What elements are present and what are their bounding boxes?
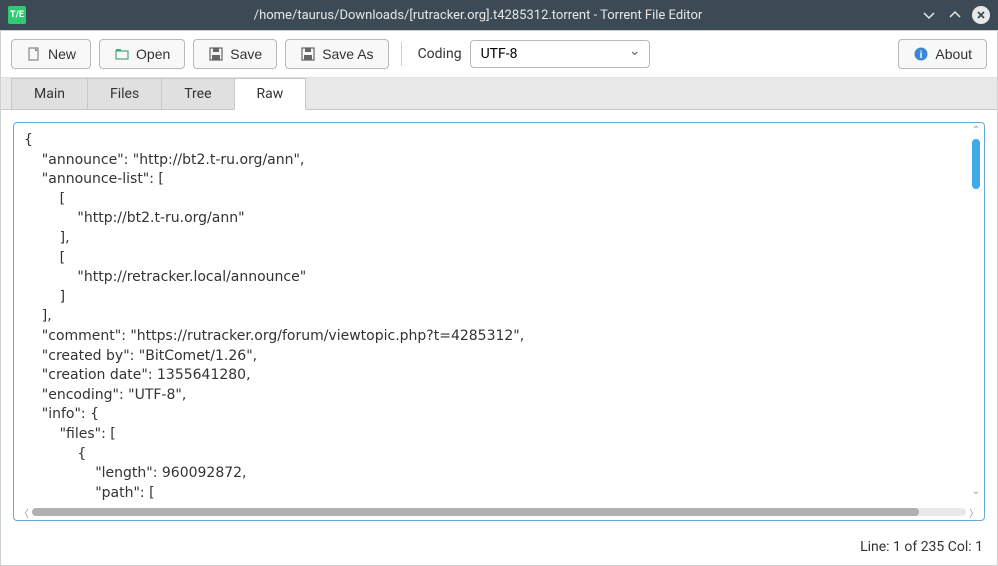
toolbar: New Open Save Save As Coding UTF-8 <box>1 31 997 78</box>
titlebar: T/E /home/taurus/Downloads/[rutracker.or… <box>0 0 998 30</box>
tab-main[interactable]: Main <box>11 78 88 109</box>
hscroll-thumb[interactable] <box>32 508 919 516</box>
save-label: Save <box>230 46 262 62</box>
save-icon <box>208 46 224 62</box>
coding-dropdown[interactable]: UTF-8 <box>470 40 650 68</box>
window-controls <box>920 6 990 24</box>
vscroll-track[interactable] <box>972 139 980 486</box>
editor-wrap: { "announce": "http://bt2.t-ru.org/ann",… <box>13 122 985 521</box>
tabs: Main Files Tree Raw <box>1 78 997 110</box>
saveas-label: Save As <box>322 46 373 62</box>
open-folder-icon <box>114 46 130 62</box>
info-icon: i <box>913 46 929 62</box>
open-label: Open <box>136 46 170 62</box>
tab-tree[interactable]: Tree <box>161 78 234 109</box>
svg-text:i: i <box>920 50 923 61</box>
new-file-icon <box>26 46 42 62</box>
coding-label: Coding <box>418 46 462 62</box>
content-area: { "announce": "http://bt2.t-ru.org/ann",… <box>1 110 997 533</box>
hscroll-track[interactable] <box>32 508 966 516</box>
vscroll-thumb[interactable] <box>972 139 980 189</box>
raw-editor[interactable]: { "announce": "http://bt2.t-ru.org/ann",… <box>14 123 984 504</box>
scroll-down-icon[interactable]: ⌄ <box>972 486 980 500</box>
tab-raw[interactable]: Raw <box>234 78 307 110</box>
toolbar-separator <box>401 42 402 66</box>
window-title: /home/taurus/Downloads/[rutracker.org].t… <box>36 8 920 23</box>
tab-files[interactable]: Files <box>87 78 162 109</box>
horizontal-scrollbar[interactable]: 〈 〉 <box>14 504 984 520</box>
save-button[interactable]: Save <box>193 39 277 69</box>
statusbar: Line: 1 of 235 Col: 1 <box>1 533 997 565</box>
new-label: New <box>48 46 76 62</box>
maximize-button[interactable] <box>946 6 964 24</box>
app-icon: T/E <box>8 6 26 24</box>
coding-value: UTF-8 <box>481 46 518 62</box>
vertical-scrollbar[interactable]: ⌃ ⌄ <box>970 125 982 500</box>
about-label: About <box>935 46 972 62</box>
saveas-icon <box>300 46 316 62</box>
scroll-right-icon[interactable]: 〉 <box>968 505 980 520</box>
main-window: New Open Save Save As Coding UTF-8 <box>0 30 998 566</box>
close-button[interactable] <box>972 6 990 24</box>
new-button[interactable]: New <box>11 39 91 69</box>
saveas-button[interactable]: Save As <box>285 39 388 69</box>
cursor-position: Line: 1 of 235 Col: 1 <box>860 539 983 555</box>
scroll-left-icon[interactable]: 〈 <box>18 505 30 520</box>
open-button[interactable]: Open <box>99 39 185 69</box>
about-button[interactable]: i About <box>898 39 987 69</box>
minimize-button[interactable] <box>920 6 938 24</box>
scroll-up-icon[interactable]: ⌃ <box>972 125 980 139</box>
